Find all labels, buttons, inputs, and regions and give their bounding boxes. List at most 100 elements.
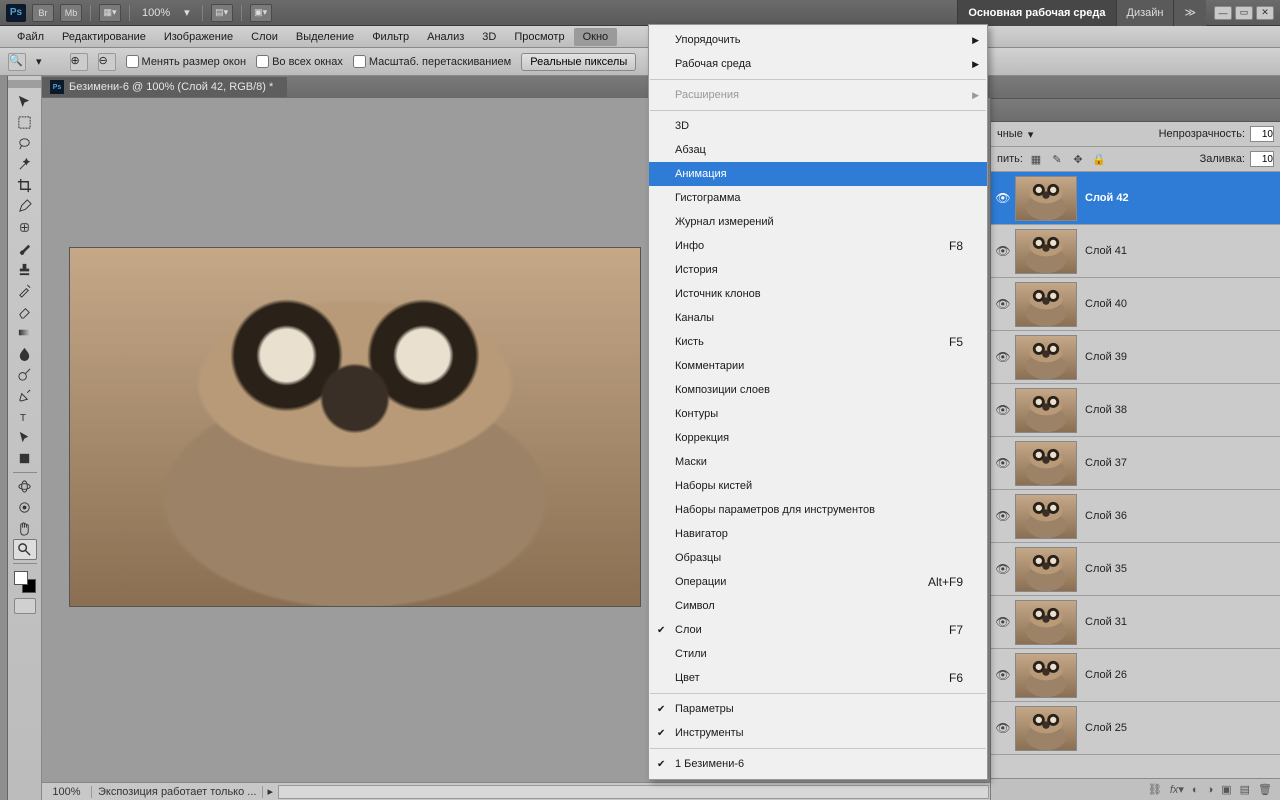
zoom-in-icon[interactable]: ⊕ xyxy=(70,53,88,71)
menu-выделение[interactable]: Выделение xyxy=(287,28,363,46)
pen-tool[interactable] xyxy=(13,385,37,406)
history-brush-tool[interactable] xyxy=(13,280,37,301)
dropdown-icon[interactable]: ▾ xyxy=(1028,128,1034,141)
layer-thumbnail[interactable] xyxy=(1015,494,1077,539)
stamp-tool[interactable] xyxy=(13,259,37,280)
layer-fx-icon[interactable]: fx▾ xyxy=(1170,783,1184,796)
menu-item-цвет[interactable]: ЦветF6 xyxy=(649,666,987,690)
layer-name[interactable]: Слой 35 xyxy=(1085,563,1127,575)
fill-input[interactable] xyxy=(1250,151,1274,167)
tools-grip[interactable] xyxy=(8,80,41,88)
layer-row[interactable]: 👁 Слой 42 xyxy=(991,172,1280,225)
canvas[interactable] xyxy=(70,248,640,606)
menu-item-образцы[interactable]: Образцы xyxy=(649,546,987,570)
layer-thumbnail[interactable] xyxy=(1015,229,1077,274)
dropdown-arrow-icon[interactable]: ▾ xyxy=(36,55,42,68)
menu-item-композиции-слоев[interactable]: Композиции слоев xyxy=(649,378,987,402)
layer-group-icon[interactable]: ▣ xyxy=(1221,783,1231,796)
menu-item-коррекция[interactable]: Коррекция xyxy=(649,426,987,450)
menu-файл[interactable]: Файл xyxy=(8,28,53,46)
horizontal-scrollbar[interactable] xyxy=(278,785,989,799)
layer-thumbnail[interactable] xyxy=(1015,441,1077,486)
visibility-icon[interactable]: 👁 xyxy=(991,668,1015,682)
menu-item-источник-клонов[interactable]: Источник клонов xyxy=(649,282,987,306)
delete-layer-icon[interactable]: 🗑 xyxy=(1258,783,1272,796)
layer-thumbnail[interactable] xyxy=(1015,706,1077,751)
menu-item-гистограмма[interactable]: Гистограмма xyxy=(649,186,987,210)
visibility-icon[interactable]: 👁 xyxy=(991,297,1015,311)
layer-name[interactable]: Слой 26 xyxy=(1085,669,1127,681)
new-layer-icon[interactable]: ▤ xyxy=(1240,783,1250,796)
zoom-tool[interactable] xyxy=(13,539,37,560)
layer-row[interactable]: 👁Слой 35 xyxy=(991,543,1280,596)
bridge-button[interactable]: Br xyxy=(32,4,54,22)
actual-pixels-button[interactable]: Реальные пикселы xyxy=(521,53,636,71)
lock-pixels-icon[interactable]: ✎ xyxy=(1049,151,1065,167)
panel-collapse-strip[interactable] xyxy=(0,76,8,800)
layer-name[interactable]: Слой 25 xyxy=(1085,722,1127,734)
menu-item-наборы-параметров-для-инструментов[interactable]: Наборы параметров для инструментов xyxy=(649,498,987,522)
opacity-input[interactable] xyxy=(1250,126,1274,142)
zoom-dropdown-icon[interactable]: ▾ xyxy=(180,6,194,19)
layer-row[interactable]: 👁 Слой 26 xyxy=(991,649,1280,702)
visibility-icon[interactable]: 👁 xyxy=(991,509,1015,523)
path-select-tool[interactable] xyxy=(13,427,37,448)
workspace-more[interactable]: ≫ xyxy=(1173,0,1206,26)
status-info[interactable]: Экспозиция работает только ... xyxy=(92,786,263,798)
menu-окно[interactable]: Окно xyxy=(574,28,618,46)
layer-row[interactable]: 👁Слой 36 xyxy=(991,490,1280,543)
status-zoom[interactable]: 100% xyxy=(42,786,92,798)
visibility-icon[interactable]: 👁 xyxy=(991,721,1015,735)
layer-thumbnail[interactable] xyxy=(1015,600,1077,645)
menu-item-параметры[interactable]: ✔Параметры xyxy=(649,697,987,721)
menu-item-слои[interactable]: ✔СлоиF7 xyxy=(649,618,987,642)
layer-row[interactable]: 👁Слой 38 xyxy=(991,384,1280,437)
menu-item-наборы-кистей[interactable]: Наборы кистей xyxy=(649,474,987,498)
menu-item-навигатор[interactable]: Навигатор xyxy=(649,522,987,546)
tool-preset-icon[interactable]: 🔍 xyxy=(8,53,26,71)
menu-item-комментарии[interactable]: Комментарии xyxy=(649,354,987,378)
zoom-out-icon[interactable]: ⊖ xyxy=(98,53,116,71)
layer-thumbnail[interactable] xyxy=(1015,335,1077,380)
3d-rotate-tool[interactable] xyxy=(13,476,37,497)
menu-item-абзац[interactable]: Абзац xyxy=(649,138,987,162)
minibridge-button[interactable]: Mb xyxy=(60,4,82,22)
visibility-icon[interactable]: 👁 xyxy=(991,615,1015,629)
layer-thumbnail[interactable] xyxy=(1015,388,1077,433)
scrubby-zoom-checkbox[interactable]: Масштаб. перетаскиванием xyxy=(353,55,511,68)
color-swatches[interactable] xyxy=(14,571,36,593)
window-minimize[interactable]: — xyxy=(1214,6,1232,20)
hand-tool[interactable] xyxy=(13,518,37,539)
menu-фильтр[interactable]: Фильтр xyxy=(363,28,418,46)
lock-all-icon[interactable]: 🔒 xyxy=(1091,151,1107,167)
blur-tool[interactable] xyxy=(13,343,37,364)
layer-row[interactable]: 👁 Слой 40 xyxy=(991,278,1280,331)
link-layers-icon[interactable]: ⛓ xyxy=(1148,783,1162,796)
lock-transparency-icon[interactable]: ▦ xyxy=(1028,151,1044,167)
menu-слои[interactable]: Слои xyxy=(242,28,287,46)
menu-item-1-безимени-6[interactable]: ✔1 Безимени-6 xyxy=(649,752,987,776)
workspace-tab-main[interactable]: Основная рабочая среда xyxy=(957,0,1115,26)
menu-item-рабочая-среда[interactable]: Рабочая среда▶ xyxy=(649,52,987,76)
layer-row[interactable]: 👁Слой 31 xyxy=(991,596,1280,649)
3d-camera-tool[interactable] xyxy=(13,497,37,518)
zoom-level[interactable]: 100% xyxy=(138,7,174,19)
layer-name[interactable]: Слой 42 xyxy=(1085,192,1129,204)
visibility-icon[interactable]: 👁 xyxy=(991,191,1015,205)
layer-name[interactable]: Слой 38 xyxy=(1085,404,1127,416)
document-tab[interactable]: Ps Безимени-6 @ 100% (Слой 42, RGB/8) * xyxy=(42,77,287,97)
brush-tool[interactable] xyxy=(13,238,37,259)
view-extras-button[interactable]: ▦▾ xyxy=(99,4,121,22)
screen-mode-button[interactable]: ▣▾ xyxy=(250,4,272,22)
gradient-tool[interactable] xyxy=(13,322,37,343)
menu-item-инфо[interactable]: ИнфоF8 xyxy=(649,234,987,258)
layer-mask-icon[interactable]: ◐ xyxy=(1192,784,1199,796)
layer-row[interactable]: 👁 Слой 25 xyxy=(991,702,1280,755)
menu-item-контуры[interactable]: Контуры xyxy=(649,402,987,426)
visibility-icon[interactable]: 👁 xyxy=(991,244,1015,258)
quick-mask-toggle[interactable] xyxy=(14,598,36,614)
type-tool[interactable]: T xyxy=(13,406,37,427)
layer-name[interactable]: Слой 37 xyxy=(1085,457,1127,469)
layer-name[interactable]: Слой 40 xyxy=(1085,298,1127,310)
layer-thumbnail[interactable] xyxy=(1015,282,1077,327)
